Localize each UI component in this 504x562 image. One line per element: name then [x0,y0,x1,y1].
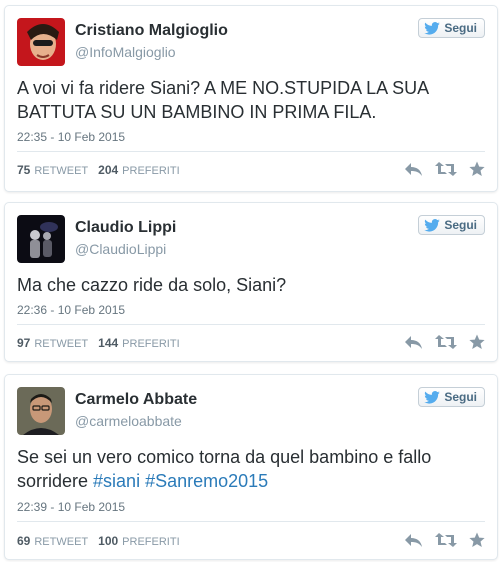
tweet-text: Ma che cazzo ride da solo, Siani? [17,273,485,297]
hashtag-link[interactable]: #siani [93,471,140,491]
tweet-card: Carmelo Abbate @carmeloabbate Segui Se s… [4,374,498,560]
reply-icon[interactable] [404,334,423,350]
favorite-count[interactable]: 100 [98,534,118,548]
tweet-text-part: A voi vi fa ridere Siani? A ME NO.STUPID… [17,78,429,122]
reply-icon[interactable] [404,532,423,548]
favorite-label: PREFERITI [122,338,180,350]
favorite-label: PREFERITI [122,536,180,548]
tweet-text-part: Ma che cazzo ride da solo, Siani? [17,275,287,295]
tweet-text: Se sei un vero comico torna da quel bamb… [17,445,485,493]
author-handle[interactable]: @ClaudioLippi [75,241,166,257]
retweet-count[interactable]: 75 [17,163,30,177]
retweet-count[interactable]: 97 [17,336,30,350]
tweet-actions [404,532,485,548]
retweet-icon[interactable] [435,161,457,177]
avatar-man-portrait-icon [17,387,65,435]
retweet-label: RETWEET [34,536,89,548]
tweet-timestamp[interactable]: 22:36 - 10 Feb 2015 [17,303,125,317]
follow-button[interactable]: Segui [418,215,485,235]
author-name[interactable]: Carmelo Abbate [75,391,197,409]
divider [17,324,485,325]
favorite-count[interactable]: 204 [98,163,118,177]
retweet-label: RETWEET [34,338,89,350]
author-handle[interactable]: @InfoMalgioglio [75,44,176,60]
divider [17,151,485,152]
tweet-feed: Cristiano Malgioglio @InfoMalgioglio Seg… [0,0,504,562]
favorite-label: PREFERITI [122,165,180,177]
twitter-bird-icon [424,218,441,232]
author-name[interactable]: Claudio Lippi [75,219,176,237]
follow-label: Segui [444,21,477,35]
retweet-icon[interactable] [435,334,457,350]
favorite-icon[interactable] [469,532,485,548]
follow-button[interactable]: Segui [418,387,485,407]
tweet-stats: 97 RETWEET 144 PREFERITI [17,336,186,350]
tweet-timestamp[interactable]: 22:39 - 10 Feb 2015 [17,500,125,514]
tweet-stats: 69 RETWEET 100 PREFERITI [17,534,186,548]
tweet-actions [404,334,485,350]
follow-label: Segui [444,390,477,404]
tweet-card: Claudio Lippi @ClaudioLippi Segui Ma che… [4,202,498,362]
tweet-card: Cristiano Malgioglio @InfoMalgioglio Seg… [4,5,498,192]
favorite-icon[interactable] [469,161,485,177]
twitter-bird-icon [424,21,441,35]
tweet-text: A voi vi fa ridere Siani? A ME NO.STUPID… [17,76,485,124]
favorite-count[interactable]: 144 [98,336,118,350]
author-name[interactable]: Cristiano Malgioglio [75,22,228,40]
avatar-dark-stage-icon [17,215,65,263]
author-handle[interactable]: @carmeloabbate [75,413,182,429]
favorite-icon[interactable] [469,334,485,350]
avatar[interactable] [17,387,65,435]
twitter-bird-icon [424,390,441,404]
retweet-icon[interactable] [435,532,457,548]
retweet-label: RETWEET [34,165,89,177]
follow-button[interactable]: Segui [418,18,485,38]
follow-label: Segui [444,218,477,232]
hashtag-link[interactable]: #Sanremo2015 [145,471,268,491]
retweet-count[interactable]: 69 [17,534,30,548]
tweet-timestamp[interactable]: 22:35 - 10 Feb 2015 [17,130,125,144]
divider [17,521,485,522]
reply-icon[interactable] [404,161,423,177]
avatar[interactable] [17,18,65,66]
tweet-stats: 75 RETWEET 204 PREFERITI [17,163,186,177]
avatar-red-portrait-icon [17,18,65,66]
avatar[interactable] [17,215,65,263]
tweet-actions [404,161,485,177]
